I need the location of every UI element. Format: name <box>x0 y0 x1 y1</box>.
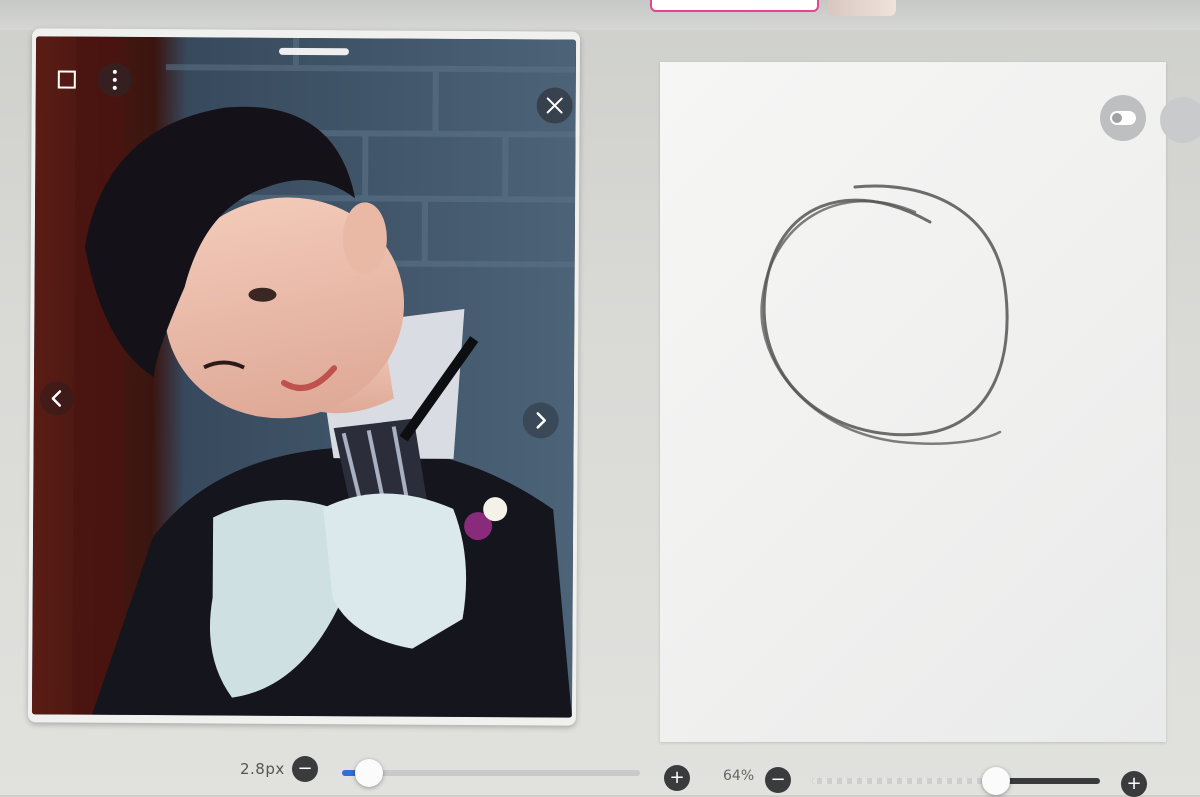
color-swatch-button[interactable] <box>1160 97 1200 143</box>
more-vertical-icon[interactable] <box>98 63 132 97</box>
zoom-decrease-button[interactable]: − <box>765 767 791 793</box>
drawing-canvas[interactable] <box>660 62 1166 742</box>
top-banner[interactable] <box>650 0 819 12</box>
zoom-increase-button[interactable]: + <box>1121 771 1147 797</box>
zoom-fill <box>812 778 996 784</box>
panel-drag-handle[interactable] <box>279 48 349 55</box>
brush-size-label: 2.8px <box>240 760 285 778</box>
brush-size-increase-button[interactable]: + <box>664 765 690 791</box>
reference-panel <box>28 28 580 725</box>
zoom-slider-knob[interactable] <box>982 767 1010 795</box>
top-strip <box>0 0 1200 30</box>
brush-size-decrease-button[interactable]: − <box>292 756 318 782</box>
top-thumbnail[interactable] <box>828 0 896 16</box>
close-icon[interactable] <box>537 87 573 123</box>
chevron-left-icon[interactable] <box>40 381 74 415</box>
brush-size-slider[interactable] <box>342 770 640 776</box>
toggle-icon[interactable] <box>1100 95 1146 141</box>
square-icon[interactable] <box>50 62 84 96</box>
brush-size-slider-knob[interactable] <box>355 759 383 787</box>
zoom-slider[interactable] <box>812 778 1100 784</box>
zoom-label: 64% <box>723 768 754 784</box>
sketch-circle <box>660 62 1166 742</box>
chevron-right-icon[interactable] <box>523 402 559 438</box>
reference-photo <box>32 36 576 717</box>
bottom-toolbar: 2.8px − + 64% − + <box>0 748 1200 795</box>
